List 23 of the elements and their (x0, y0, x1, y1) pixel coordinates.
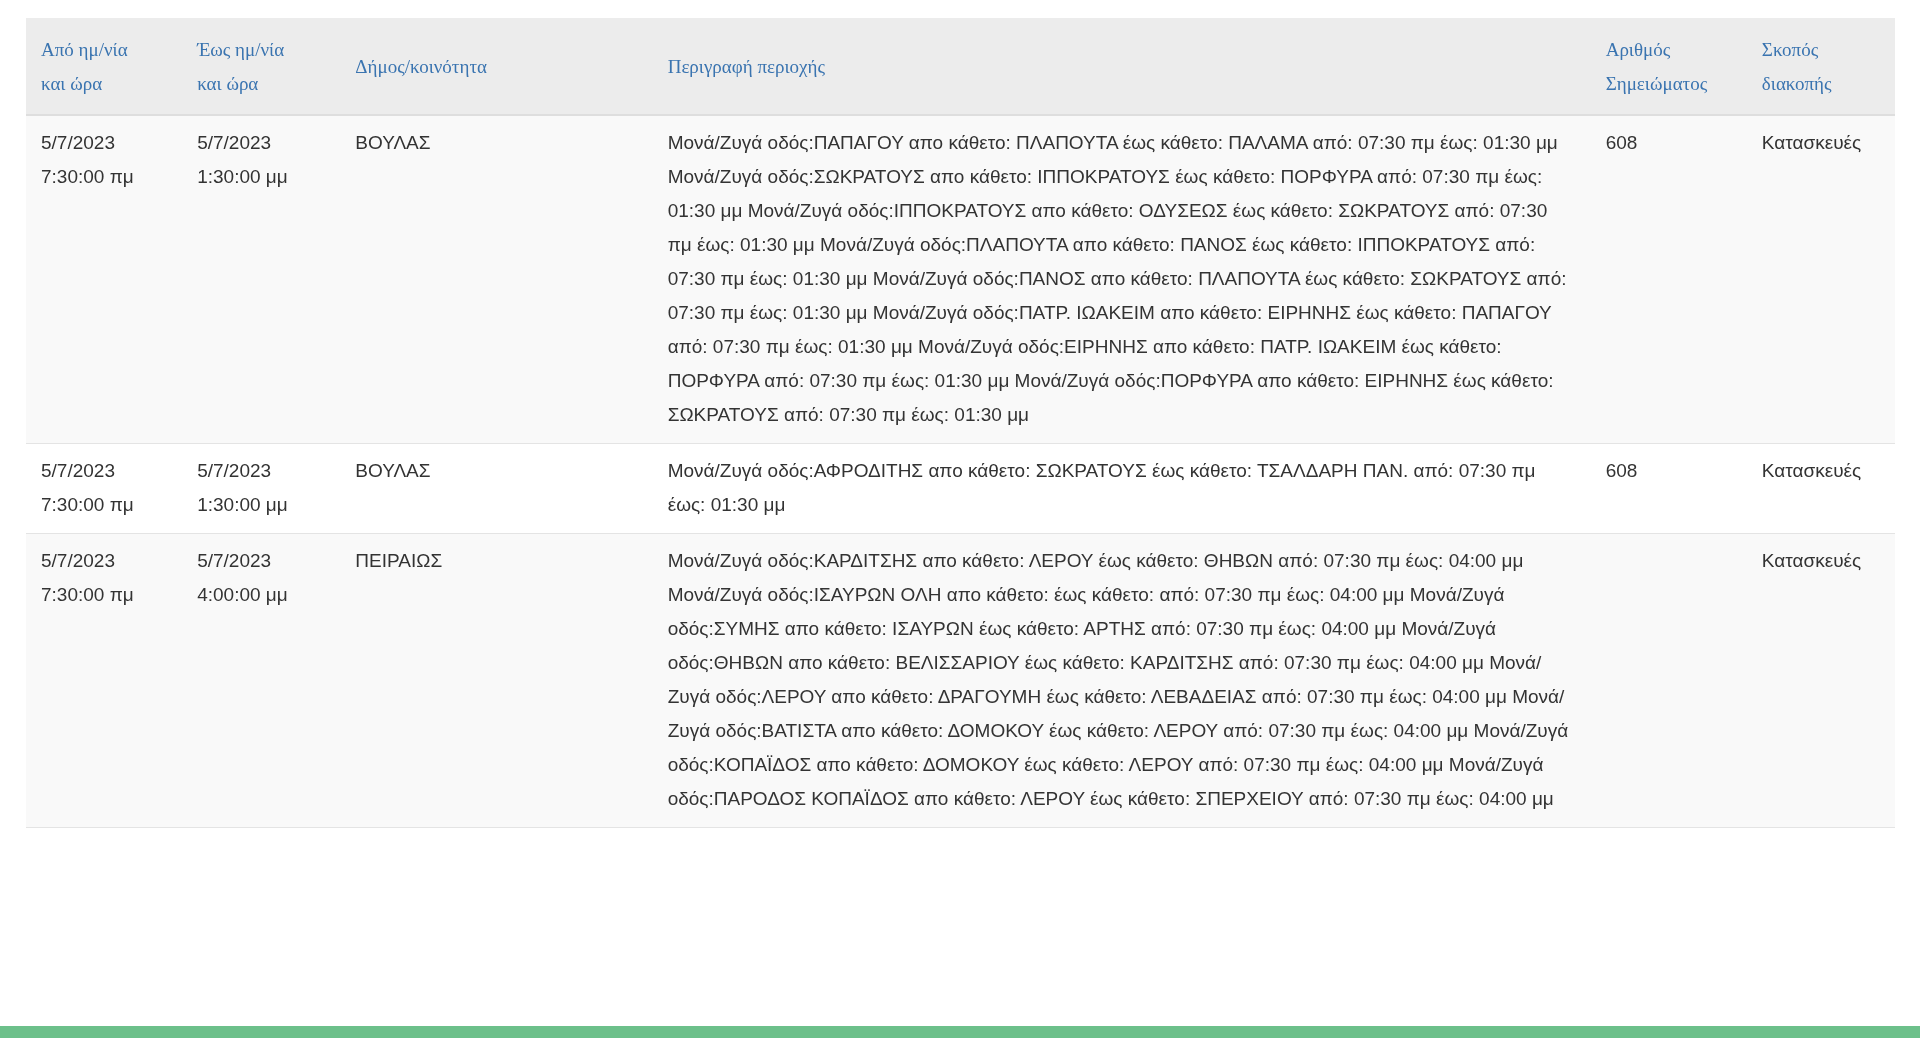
column-header[interactable]: Αριθμός Σημειώματος (1590, 18, 1747, 115)
column-header[interactable]: Από ημ/νία και ώρα (26, 18, 183, 115)
date-cell-text: 5/7/2023 1:30:00 μμ (197, 459, 289, 517)
date-cell-text: 5/7/2023 7:30:00 πμ (41, 549, 135, 607)
date-cell-text: 5/7/2023 7:30:00 πμ (41, 459, 135, 517)
date-cell-text: 5/7/2023 1:30:00 μμ (197, 131, 289, 189)
date-cell-text: 5/7/2023 4:00:00 μμ (197, 549, 289, 607)
column-header[interactable]: Σκοπός διακοπής (1746, 18, 1895, 115)
description-cell-text: Μονά/Ζυγά οδός:ΚΑΡΔΙΤΣΗΣ απο κάθετο: ΛΕΡΟΥ έως κάθετο: ΘΗΒΩΝ από: 07:30 πμ έως: 04:00 μμ Μονά/Ζυγά οδός:ΙΣΑΥΡΩΝ ΟΛΗ απο κάθετο: έως κάθετο: από: 07:30 πμ έως: 04:00 μμ Μονά/Ζυγά οδός:ΣΥΜΗΣ απο κάθετο: ΙΣΑΥΡΩΝ έως κάθετο: ΑΡΤΗΣ από: 07:30 πμ έως: 04:00 μμ Μονά/Ζυγά οδός:ΘΗΒΩΝ απο κάθετο: ΒΕΛΙΣΣΑΡΙΟΥ έως κάθετο: ΚΑΡΔΙΤΣΗΣ από: 07:30 πμ έως: 04:00 μμ Μονά/Ζυγά οδός:ΛΕΡΟΥ απο κάθετο: ΔΡΑΓΟΥΜΗ έως κάθετο: ΛΕΒΑΔΕΙΑΣ από: 07:30 πμ έως: 04:00 μμ Μονά/Ζυγά οδός:ΒΑΤΙΣΤΑ απο κάθετο: ΔΟΜΟΚΟΥ έως κάθετο: ΛΕΡΟΥ από: 07:30 πμ έως: 04:00 μμ Μονά/Ζυγά οδός:ΚΟΠΑΪΔΟΣ απο κάθετο: ΔΟΜΟΚΟΥ έως κάθετο: ΛΕΡΟΥ από: 07:30 πμ έως: 04:00 μμ Μονά/Ζυγά οδός:ΠΑΡΟΔΟΣ ΚΟΠΑΪΔΟΣ απο κάθετο: ΛΕΡΟΥ έως κάθετο: ΣΠΕΡΧΕΙΟΥ από: 07:30 πμ έως: 04:00 μμ (667, 549, 1570, 811)
column-header[interactable]: Δήμος/κοινότητα (340, 18, 653, 115)
date-cell-text: 5/7/2023 7:30:00 πμ (41, 131, 135, 189)
purpose-cell-text: Κατασκευές (1761, 131, 1863, 155)
description-cell-text: Μονά/Ζυγά οδός:ΠΑΠΑΓΟΥ απο κάθετο: ΠΛΑΠΟΥΤΑ έως κάθετο: ΠΑΛΑΜΑ από: 07:30 πμ έως: 01:30 μμ Μονά/Ζυγά οδός:ΣΩΚΡΑΤΟΥΣ απο κάθετο: ΙΠΠΟΚΡΑΤΟΥΣ έως κάθετο: ΠΟΡΦΥΡΑ από: 07:30 πμ έως: 01:30 μμ Μονά/Ζυγά οδός:ΙΠΠΟΚΡΑΤΟΥΣ απο κάθετο: ΟΔΥΣΕΩΣ έως κάθετο: ΣΩΚΡΑΤΟΥΣ από: 07:30 πμ έως: 01:30 μμ Μονά/Ζυγά οδός:ΠΛΑΠΟΥΤΑ απο κάθετο: ΠΑΝΟΣ έως κάθετο: ΙΠΠΟΚΡΑΤΟΥΣ από: 07:30 πμ έως: 01:30 μμ Μονά/Ζυγά οδός:ΠΑΝΟΣ απο κάθετο: ΠΛΑΠΟΥΤΑ έως κάθετο: ΣΩΚΡΑΤΟΥΣ από: 07:30 πμ έως: 01:30 μμ Μονά/Ζυγά οδός:ΠΑΤΡ. ΙΩΑΚΕΙΜ απο κάθετο: ΕΙΡΗΝΗΣ έως κάθετο: ΠΑΠΑΓΟΥ από: 07:30 πμ έως: 01:30 μμ Μονά/Ζυγά οδός:ΕΙΡΗΝΗΣ απο κάθετο: ΠΑΤΡ. ΙΩΑΚΕΙΜ έως κάθετο: ΠΟΡΦΥΡΑ από: 07:30 πμ έως: 01:30 μμ Μονά/Ζυγά οδός:ΠΟΡΦΥΡΑ απο κάθετο: ΕΙΡΗΝΗΣ έως κάθετο: ΣΩΚΡΑΤΟΥΣ από: 07:30 πμ έως: 01:30 μμ (667, 131, 1568, 427)
notice-number-cell-text: 608 (1605, 131, 1639, 155)
description-cell-text: Μονά/Ζυγά οδός:ΑΦΡΟΔΙΤΗΣ απο κάθετο: ΣΩΚΡΑΤΟΥΣ έως κάθετο: ΤΣΑΛΔΑΡΗ ΠΑΝ. από: 07:30 πμ έως: 01:30 μμ (667, 459, 1537, 517)
municipality-cell-text: ΒΟΥΛΑΣ (355, 131, 432, 155)
purpose-cell-text: Κατασκευές (1761, 459, 1863, 483)
municipality-cell-text: ΒΟΥΛΑΣ (355, 459, 432, 483)
purpose-cell-text: Κατασκευές (1761, 549, 1863, 573)
column-header[interactable]: Περιγραφή περιοχής (652, 18, 1591, 115)
municipality-cell-text: ΠΕΙΡΑΙΩΣ (355, 549, 444, 573)
notice-number-cell-text: 608 (1605, 459, 1639, 483)
column-header[interactable]: Έως ημ/νία και ώρα (182, 18, 341, 115)
